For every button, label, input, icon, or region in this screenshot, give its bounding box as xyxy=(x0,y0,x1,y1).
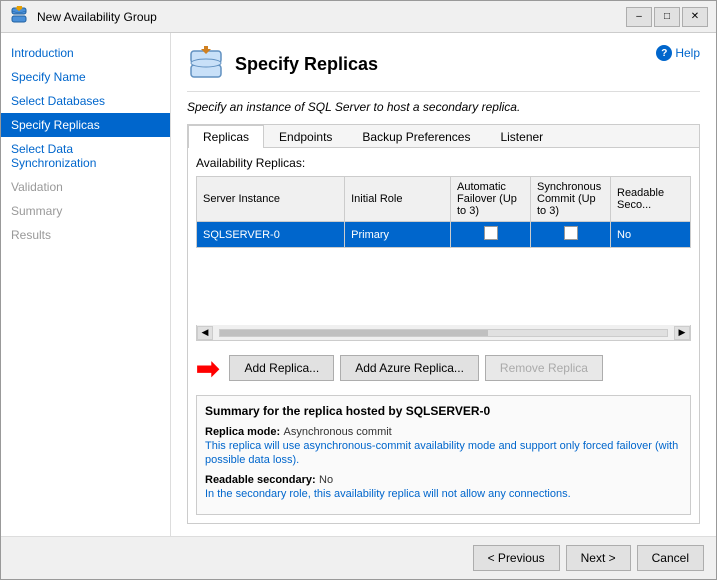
sidebar-item-select-databases[interactable]: Select Databases xyxy=(1,89,170,113)
replica-mode-label: Replica mode: xyxy=(205,426,280,438)
cell-readable-secondary: No xyxy=(611,222,691,248)
main-content: Introduction Specify Name Select Databas… xyxy=(1,33,716,536)
titlebar-controls: – □ ✕ xyxy=(626,7,708,27)
replicas-table: Server Instance Initial Role Automatic F… xyxy=(196,176,691,248)
scroll-left-btn[interactable]: ◀ xyxy=(197,326,213,340)
window-title: New Availability Group xyxy=(37,10,618,24)
sidebar: Introduction Specify Name Select Databas… xyxy=(1,33,171,536)
summary-readable-secondary: Readable secondary: No In the secondary … xyxy=(205,472,682,500)
remove-replica-button[interactable]: Remove Replica xyxy=(485,355,603,381)
summary-title: Summary for the replica hosted by SQLSER… xyxy=(205,404,682,418)
summary-box: Summary for the replica hosted by SQLSER… xyxy=(196,395,691,515)
checkbox-sync-commit[interactable] xyxy=(564,226,578,240)
col-sync-commit: Synchronous Commit (Up to 3) xyxy=(531,177,611,222)
table-row[interactable]: SQLSERVER-0 Primary No xyxy=(197,222,691,248)
sidebar-item-validation: Validation xyxy=(1,175,170,199)
minimize-button[interactable]: – xyxy=(626,7,652,27)
page-description: Specify an instance of SQL Server to hos… xyxy=(187,100,700,114)
help-link[interactable]: ? Help xyxy=(656,45,700,61)
tab-replicas[interactable]: Replicas xyxy=(188,125,264,148)
previous-button[interactable]: < Previous xyxy=(473,545,560,571)
replica-mode-value: Asynchronous commit xyxy=(284,426,392,438)
cell-server-instance: SQLSERVER-0 xyxy=(197,222,345,248)
table-wrapper[interactable]: Server Instance Initial Role Automatic F… xyxy=(196,176,691,325)
readable-secondary-detail: In the secondary role, this availability… xyxy=(205,488,571,500)
sidebar-item-specify-replicas[interactable]: Specify Replicas xyxy=(1,113,170,137)
tabs-container: Replicas Endpoints Backup Preferences Li… xyxy=(187,124,700,524)
col-initial-role: Initial Role xyxy=(345,177,451,222)
summary-replica-mode: Replica mode: Asynchronous commit This r… xyxy=(205,424,682,466)
horizontal-scrollbar[interactable]: ◀ ▶ xyxy=(196,325,691,341)
help-icon: ? xyxy=(656,45,672,61)
close-button[interactable]: ✕ xyxy=(682,7,708,27)
checkbox-auto-failover[interactable] xyxy=(484,226,498,240)
content-area: Specify Replicas ? Help Specify an insta… xyxy=(171,33,716,536)
action-area: ➡ Add Replica... Add Azure Replica... Re… xyxy=(196,347,691,389)
tab-bar: Replicas Endpoints Backup Preferences Li… xyxy=(188,125,699,148)
maximize-button[interactable]: □ xyxy=(654,7,680,27)
page-title: Specify Replicas xyxy=(235,54,378,75)
tab-endpoints[interactable]: Endpoints xyxy=(264,125,347,148)
scrollbar-track[interactable] xyxy=(219,329,668,337)
sidebar-item-specify-name[interactable]: Specify Name xyxy=(1,65,170,89)
col-auto-failover: Automatic Failover (Up to 3) xyxy=(451,177,531,222)
section-label: Availability Replicas: xyxy=(196,156,691,170)
add-replica-button[interactable]: Add Replica... xyxy=(229,355,334,381)
scroll-right-btn[interactable]: ▶ xyxy=(674,326,690,340)
titlebar: New Availability Group – □ ✕ xyxy=(1,1,716,33)
tab-backup-preferences[interactable]: Backup Preferences xyxy=(347,125,485,148)
tab-content-replicas: Availability Replicas: Server Instance I… xyxy=(188,148,699,523)
replica-mode-detail: This replica will use asynchronous-commi… xyxy=(205,440,678,466)
sidebar-item-select-data-sync[interactable]: Select Data Synchronization xyxy=(1,137,170,175)
page-icon xyxy=(187,45,225,83)
action-buttons: Add Replica... Add Azure Replica... Remo… xyxy=(229,355,603,381)
sidebar-item-summary: Summary xyxy=(1,199,170,223)
footer: < Previous Next > Cancel xyxy=(1,536,716,579)
tab-listener[interactable]: Listener xyxy=(485,125,558,148)
readable-secondary-value: No xyxy=(319,474,333,486)
sidebar-item-introduction[interactable]: Introduction xyxy=(1,41,170,65)
cell-initial-role: Primary xyxy=(345,222,451,248)
scrollbar-thumb[interactable] xyxy=(220,330,488,336)
readable-secondary-label: Readable secondary: xyxy=(205,474,316,486)
cell-auto-failover[interactable] xyxy=(451,222,531,248)
sidebar-item-results: Results xyxy=(1,223,170,247)
cancel-button[interactable]: Cancel xyxy=(637,545,704,571)
col-readable-secondary: Readable Seco... xyxy=(611,177,691,222)
window-icon xyxy=(9,5,29,28)
window: New Availability Group – □ ✕ Introductio… xyxy=(0,0,717,580)
arrow-indicator: ➡ xyxy=(196,352,219,385)
add-azure-replica-button[interactable]: Add Azure Replica... xyxy=(340,355,479,381)
cell-sync-commit[interactable] xyxy=(531,222,611,248)
col-server-instance: Server Instance xyxy=(197,177,345,222)
next-button[interactable]: Next > xyxy=(566,545,631,571)
